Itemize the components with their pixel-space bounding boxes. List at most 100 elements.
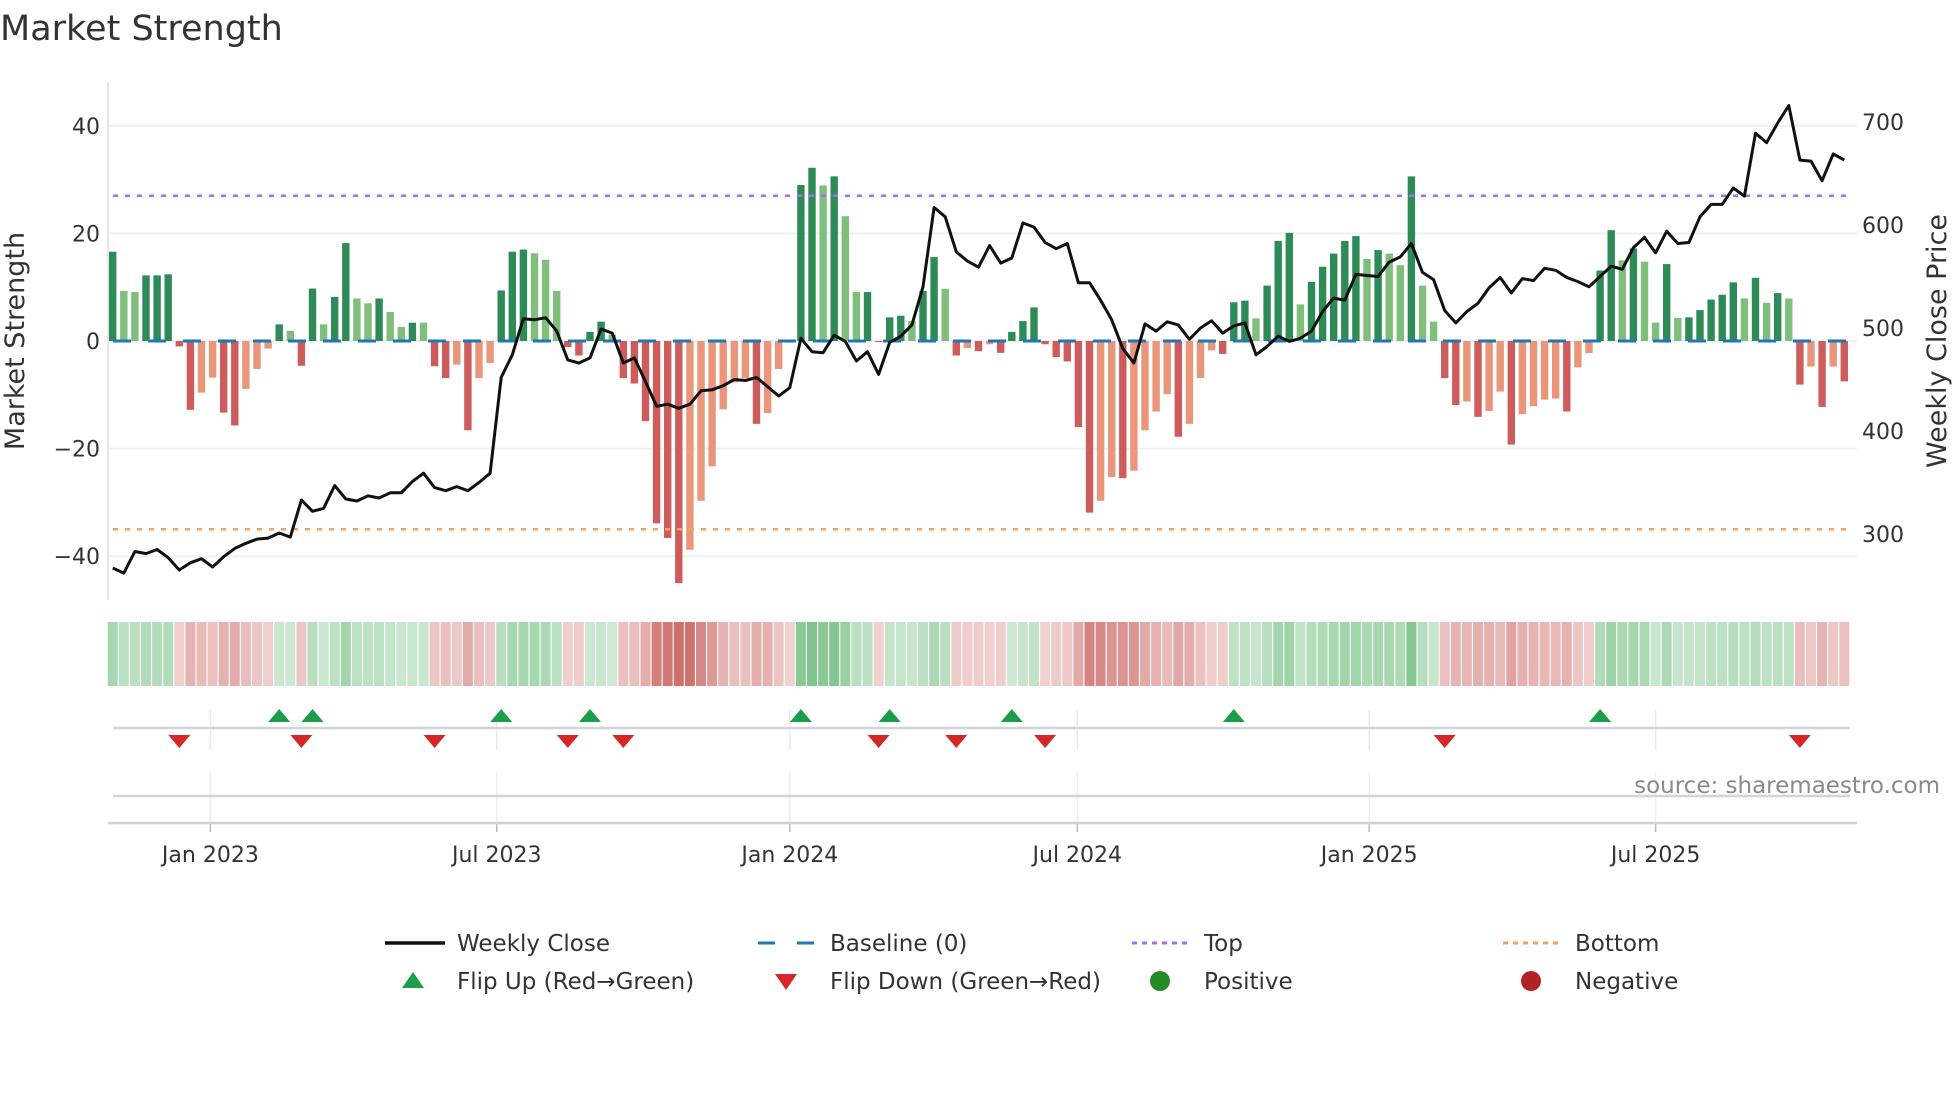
heat-cell — [1628, 622, 1639, 686]
negative-bar — [952, 341, 960, 356]
positive-bar — [1607, 230, 1615, 341]
negative-bar — [752, 341, 761, 424]
positive-bar — [930, 257, 938, 341]
positive-bar — [1318, 266, 1327, 341]
heat-cell — [429, 622, 440, 686]
heat-cell — [1828, 622, 1839, 686]
right-tick-label: 600 — [1862, 214, 1904, 239]
right-axis-ticks: 700 600 500 400 300 — [1862, 111, 1904, 548]
negative-bar — [1119, 341, 1127, 479]
x-tick-label: Jul 2025 — [1609, 843, 1701, 868]
positive-bar — [1241, 300, 1249, 341]
negative-bar — [1829, 341, 1837, 367]
heat-cell — [496, 622, 507, 686]
chart-title: Market Strength — [0, 9, 283, 49]
heat-cell — [784, 622, 795, 686]
heat-cell — [229, 622, 240, 686]
heat-cell — [363, 622, 373, 686]
heat-cell — [118, 622, 129, 686]
positive-bar — [1596, 270, 1604, 341]
positive-bar — [1396, 265, 1404, 341]
heat-cell — [1239, 622, 1250, 686]
x-tick-label: Jan 2025 — [1319, 843, 1418, 868]
positive-bar — [308, 288, 317, 341]
heat-cell — [629, 622, 640, 686]
heat-cell — [1806, 622, 1816, 686]
heat-cell — [1661, 622, 1672, 686]
negative-bar — [1496, 341, 1504, 392]
flip-up-marker — [490, 709, 513, 722]
negative-bar — [1574, 341, 1582, 368]
positive-bar — [1230, 302, 1238, 341]
heat-cell — [1095, 622, 1106, 686]
heat-cell — [1217, 622, 1228, 686]
positive-bar — [275, 324, 283, 341]
positive-bar — [1030, 307, 1038, 341]
legend-item-top: Top — [1132, 931, 1243, 957]
heat-cell — [1417, 622, 1428, 686]
heat-cell — [318, 622, 329, 686]
negative-bar — [1474, 341, 1482, 417]
heat-cell — [1595, 622, 1606, 686]
right-tick-label: 400 — [1862, 420, 1904, 445]
positive-bar — [819, 185, 827, 341]
negative-bar — [1152, 341, 1160, 412]
positive-bar — [797, 184, 805, 341]
heat-cell — [1717, 622, 1728, 686]
negative-bar — [1463, 341, 1471, 402]
x-tick-label: Jul 2024 — [1031, 843, 1123, 868]
flip-up-marker — [878, 709, 901, 722]
positive-bar — [1729, 282, 1737, 341]
legend-item-flip_down: Flip Down (Green→Red) — [775, 969, 1101, 995]
positive-bar — [386, 311, 394, 341]
positive-bar — [841, 216, 849, 341]
negative-bar — [741, 341, 750, 379]
x-tick-label: Jan 2024 — [739, 843, 838, 868]
heat-cell — [263, 622, 274, 686]
flip-up-marker — [789, 709, 812, 722]
triangle-up-icon — [402, 972, 424, 988]
negative-bar — [486, 341, 494, 364]
negative-bar — [1529, 341, 1538, 407]
positive-bar — [131, 292, 139, 341]
heat-cell — [1506, 622, 1517, 686]
heat-cell — [340, 622, 351, 686]
heat-cell — [507, 622, 518, 686]
heat-cell — [1606, 622, 1617, 686]
positive-bar — [830, 176, 838, 341]
negative-bar — [1041, 341, 1049, 345]
heat-cell — [1184, 622, 1195, 686]
flip-up-marker — [1000, 709, 1023, 722]
circle-icon — [1521, 971, 1541, 991]
negative-bar — [1807, 341, 1815, 367]
heat-cell — [218, 622, 229, 686]
heat-cell — [407, 622, 418, 686]
negative-bar — [442, 341, 450, 379]
left-tick-label: 20 — [72, 222, 100, 247]
heat-cell — [240, 622, 251, 686]
heat-cell — [1739, 622, 1750, 686]
flip-up-marker — [1589, 709, 1612, 722]
heat-cell — [1373, 622, 1384, 686]
heat-cell — [1683, 622, 1694, 686]
heat-cell — [1584, 622, 1594, 686]
positive-bar — [1685, 317, 1693, 341]
left-tick-label: −40 — [54, 545, 100, 570]
positive-bar — [1740, 298, 1749, 341]
negative-bar — [997, 341, 1005, 353]
heat-cell — [1106, 622, 1117, 686]
heat-cell — [696, 622, 706, 686]
heat-cell — [451, 622, 462, 686]
heat-cell — [196, 622, 207, 686]
heat-cell — [396, 622, 407, 686]
heat-cell — [529, 622, 540, 686]
heat-cell — [1572, 622, 1583, 686]
positive-bar — [1762, 302, 1771, 341]
positive-bar — [1374, 250, 1382, 341]
heat-cell — [418, 622, 429, 686]
heat-cell — [174, 622, 185, 686]
legend-item-baseline: Baseline (0) — [758, 931, 967, 957]
heat-cell — [918, 622, 928, 686]
positive-bar — [941, 288, 949, 341]
flip-markers-panel — [113, 709, 1850, 822]
